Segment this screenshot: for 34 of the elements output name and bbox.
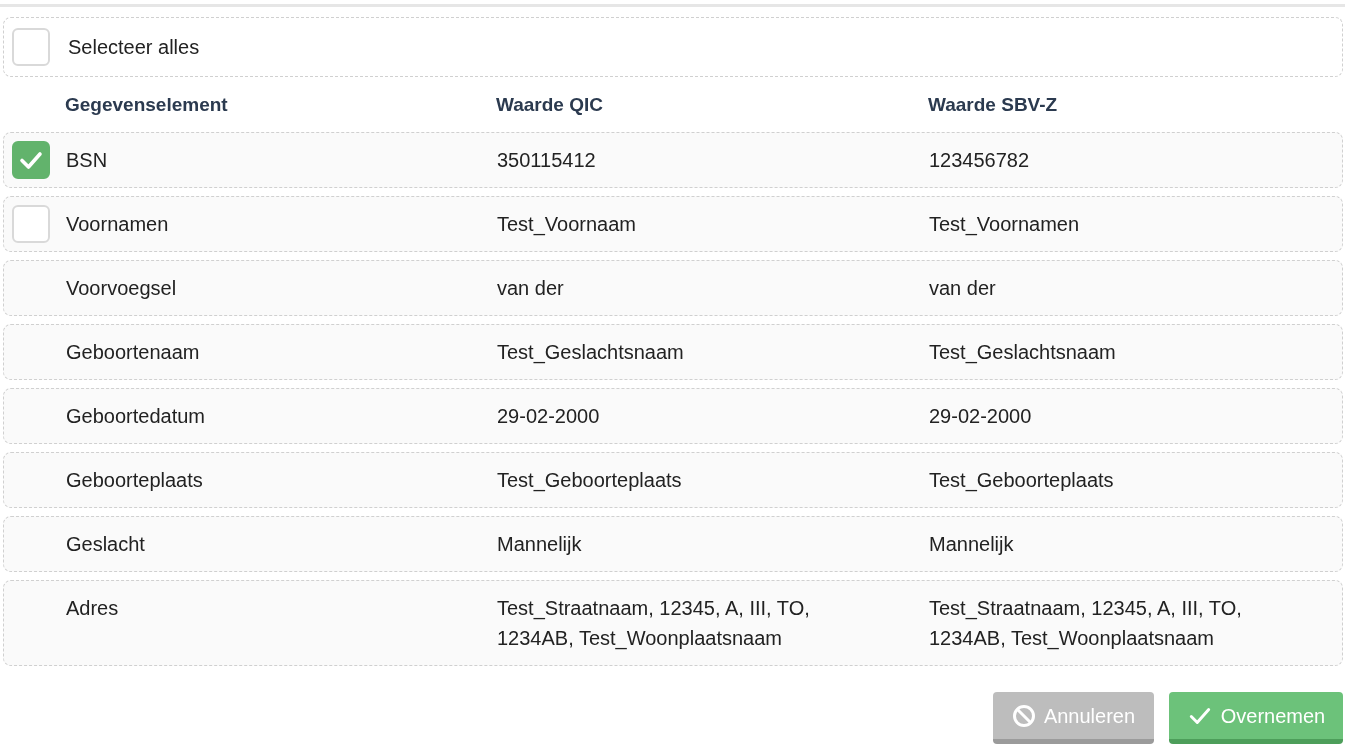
table-cell-text: Geboortedatum [66,404,205,429]
table-cell-text: Test_Straatnaam, 12345, A, III, TO, 1234AB, Test_Woonplaatsnaam [497,596,811,652]
table-cell-text: Voorvoegsel [66,276,177,301]
table-cell-text: 123456782 [929,148,1030,173]
table-cell-text: van der [929,276,996,301]
table-cell-text: Test_Geboorteplaats [497,468,682,494]
table-cell-text: 29-02-2000 [497,404,600,429]
table-cell-text: van der [497,276,564,301]
table-cell-text: Test_Geboorteplaats [929,468,1114,494]
table-cell-text: Test_Geslachtsnaam [929,340,1116,366]
table-cell-text: Test_Voornamen [929,212,1080,238]
select-all-label: Selecteer alles [68,35,200,60]
table-cell-text: Voornamen [66,212,169,237]
ban-icon [1011,703,1036,728]
cancel-button[interactable]: Annuleren [993,692,1154,744]
select-all-checkbox[interactable] [12,28,50,66]
table-cell-text: BSN [66,148,108,173]
table-cell-text: 29-02-2000 [929,404,1032,429]
table-cell-text: Geslacht [66,532,145,557]
table-cell-text: Adres [66,596,119,621]
table-cell-text: Mannelijk [497,532,582,557]
column-header: Gegevenselement [65,92,228,117]
table-cell-text: 350115412 [497,148,596,173]
column-header: Waarde QIC [496,92,603,117]
column-header: Waarde SBV-Z [928,92,1058,117]
table-cell-text: Geboortenaam [66,340,200,365]
table-cell-text: Mannelijk [929,532,1014,557]
row-checkbox[interactable] [12,205,50,243]
table-cell-text: Test_Voornaam [497,212,636,238]
row-checkbox[interactable] [12,141,50,179]
table-cell-text: Test_Geslachtsnaam [497,340,684,366]
confirm-button[interactable]: Overnemen [1169,692,1343,744]
table-cell-text: Geboorteplaats [66,468,203,493]
table-cell-text: Test_Straatnaam, 12345, A, III, TO, 1234AB, Test_Woonplaatsnaam [929,596,1243,652]
